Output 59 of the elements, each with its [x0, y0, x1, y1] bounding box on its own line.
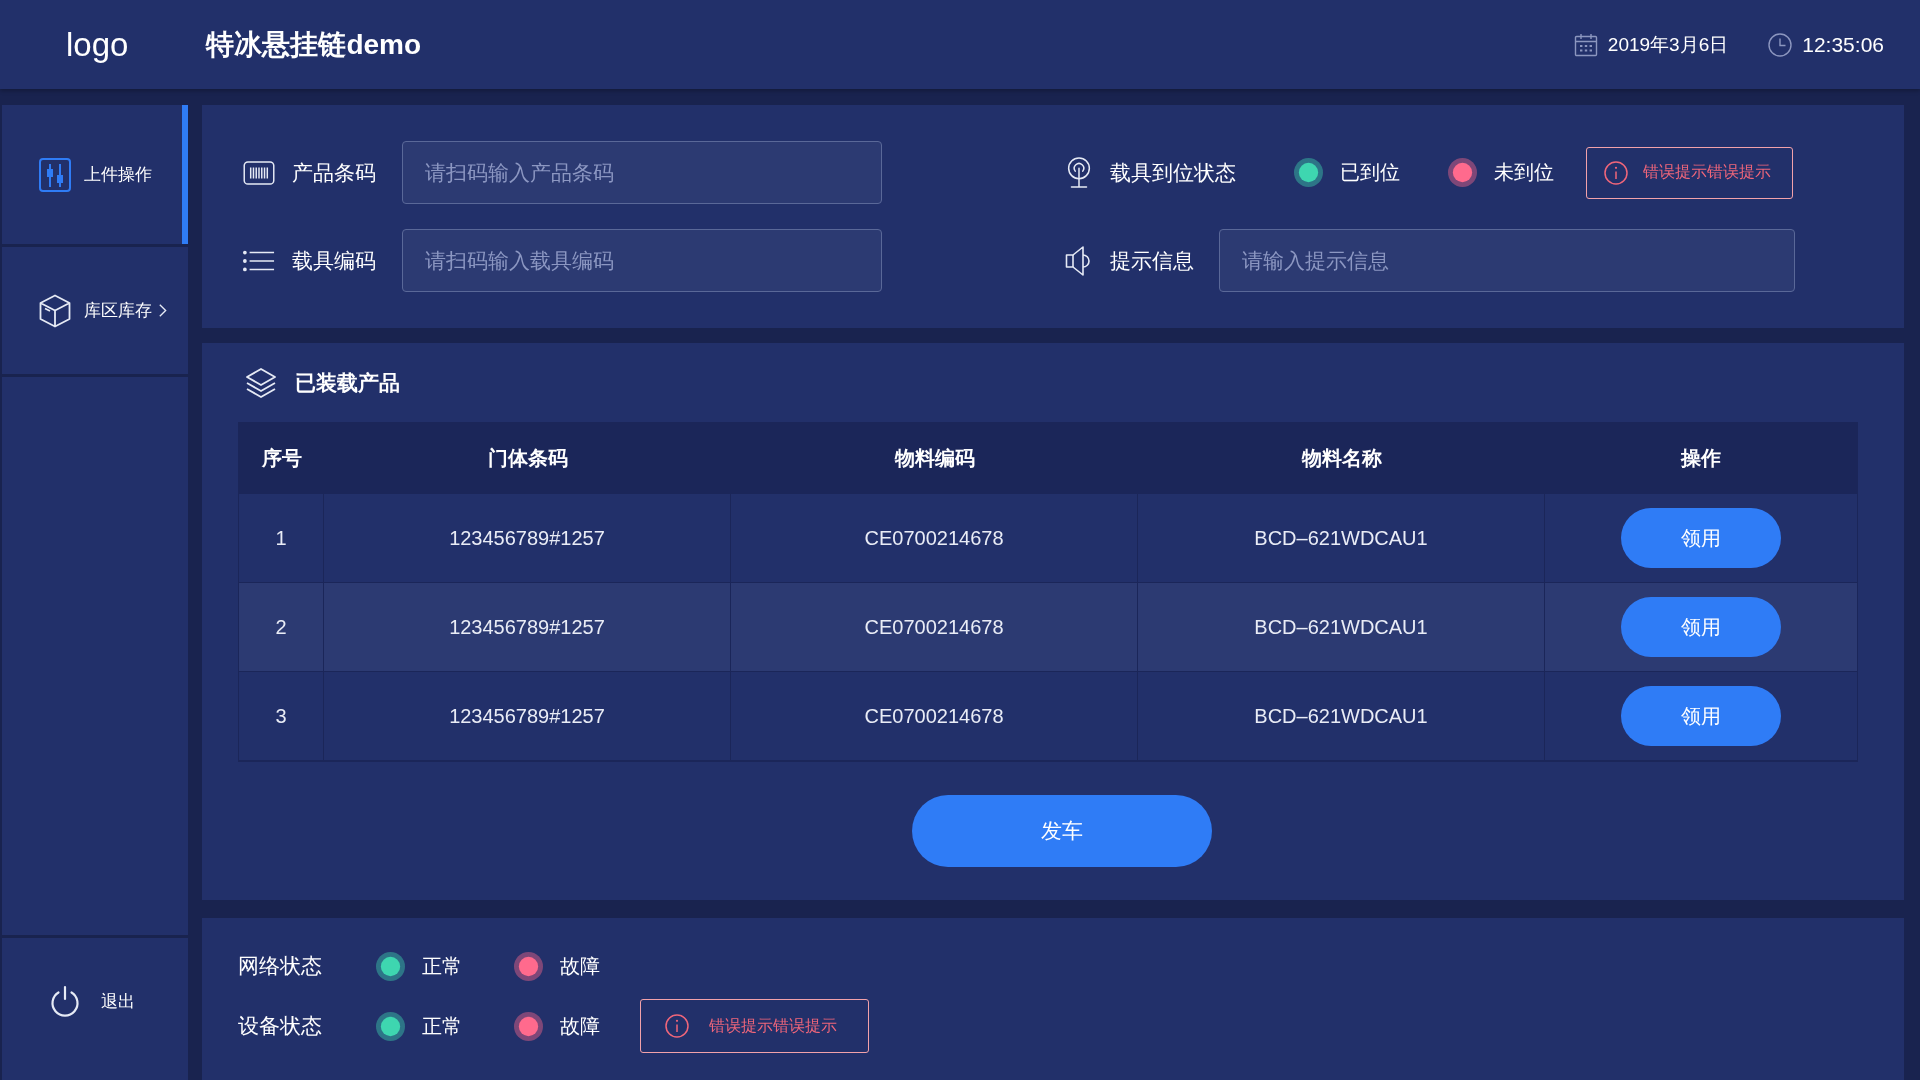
claim-button[interactable]: 领用 [1621, 508, 1781, 568]
claim-button[interactable]: 领用 [1621, 597, 1781, 657]
chevron-right-icon [158, 303, 167, 318]
status-label: 正常 [422, 1013, 462, 1039]
column-header: 门体条码 [324, 422, 731, 494]
time-text: 12:35:06 [1802, 32, 1884, 57]
status-row-label: 设备状态 [238, 1013, 323, 1039]
table-cell: BCD–621WDCAU1 [1138, 672, 1545, 761]
table-cell: CE0700214678 [731, 494, 1138, 583]
barcode-icon [243, 160, 275, 185]
list-icon [243, 248, 275, 273]
error-text: 错误提示错误提示 [709, 1015, 837, 1036]
table-cell: 123456789#1257 [324, 583, 731, 672]
input-field[interactable]: 请扫码输入载具编码 [402, 229, 882, 292]
table-cell: 1 [239, 494, 324, 583]
status-row-label: 网络状态 [238, 953, 323, 979]
field-label: 产品条码 [292, 159, 377, 186]
field-label: 载具编码 [292, 247, 377, 274]
antenna-icon [1065, 156, 1093, 189]
table-cell: 3 [239, 672, 324, 761]
table-cell: 123456789#1257 [324, 672, 731, 761]
info-icon [1604, 160, 1628, 185]
status-label: 正常 [422, 953, 462, 979]
status-label: 故障 [560, 953, 600, 979]
status-label: 已到位 [1340, 160, 1400, 185]
table-cell: BCD–621WDCAU1 [1138, 494, 1545, 583]
claim-button[interactable]: 领用 [1621, 686, 1781, 746]
sliders-icon [39, 157, 71, 192]
layers-icon [245, 367, 277, 399]
error-text: 错误提示错误提示 [1643, 162, 1771, 182]
field-label: 载具到位状态 [1110, 159, 1236, 186]
status-label: 未到位 [1494, 160, 1554, 185]
app-title: 特冰悬挂链demo [206, 27, 422, 62]
column-header: 物料编码 [731, 422, 1138, 494]
table-cell: CE0700214678 [731, 583, 1138, 672]
column-header: 序号 [239, 422, 324, 494]
cube-icon [39, 293, 71, 328]
dispatch-button[interactable]: 发车 [912, 795, 1212, 867]
column-header: 操作 [1545, 422, 1857, 494]
sidebar-item[interactable]: 上件操作 [2, 105, 188, 244]
table-cell: CE0700214678 [731, 672, 1138, 761]
table-cell: 2 [239, 583, 324, 672]
status-label: 故障 [560, 1013, 600, 1039]
logout-button[interactable]: 退出 [2, 938, 188, 1080]
logo-text: logo [66, 25, 129, 64]
table-cell: BCD–621WDCAU1 [1138, 583, 1545, 672]
input-field[interactable]: 请扫码输入产品条码 [402, 141, 882, 204]
sidebar-item[interactable]: 库区库存 [2, 247, 188, 374]
date-text: 2019年3月6日 [1607, 32, 1729, 57]
table-cell: 123456789#1257 [324, 494, 731, 583]
field-label: 提示信息 [1110, 247, 1194, 274]
input-field[interactable]: 请输入提示信息 [1219, 229, 1795, 292]
calendar-icon [1573, 32, 1598, 57]
power-icon [49, 985, 81, 1017]
section-title: 已装载产品 [295, 370, 400, 396]
speaker-icon [1065, 244, 1093, 277]
clock-icon [1768, 32, 1793, 57]
column-header: 物料名称 [1138, 422, 1545, 494]
info-icon [665, 1014, 689, 1038]
